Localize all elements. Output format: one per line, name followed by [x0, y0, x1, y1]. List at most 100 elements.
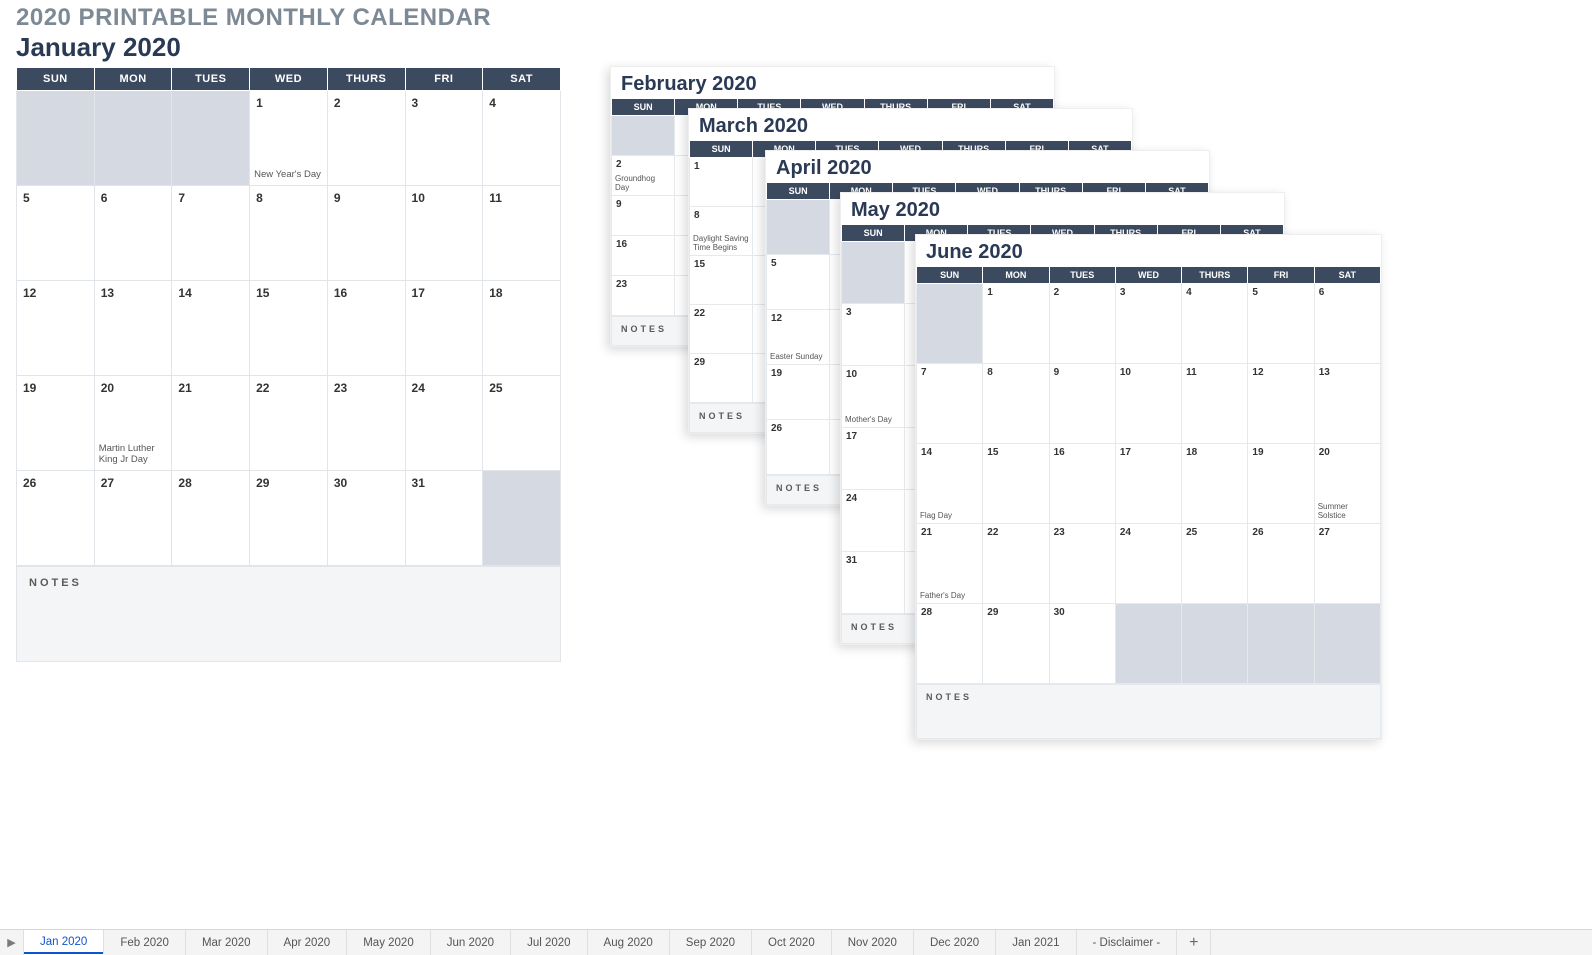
sheet-tab-oct-2020[interactable]: Oct 2020: [752, 930, 832, 955]
calendar-cell[interactable]: 22: [983, 524, 1049, 604]
calendar-cell[interactable]: [767, 200, 830, 255]
calendar-cell[interactable]: 30: [327, 471, 405, 566]
calendar-cell[interactable]: 19: [17, 376, 95, 471]
calendar-cell[interactable]: [1248, 604, 1314, 684]
calendar-cell[interactable]: 9: [1049, 364, 1115, 444]
calendar-cell[interactable]: 20Martin Luther King Jr Day: [94, 376, 172, 471]
calendar-cell[interactable]: 1: [690, 158, 753, 207]
calendar-cell[interactable]: 21: [172, 376, 250, 471]
calendar-cell[interactable]: 10Mother's Day: [842, 366, 905, 428]
calendar-cell[interactable]: [483, 471, 561, 566]
calendar-cell[interactable]: 2: [1049, 284, 1115, 364]
calendar-cell[interactable]: 24: [1115, 524, 1181, 604]
calendar-cell[interactable]: 28: [917, 604, 983, 684]
calendar-cell[interactable]: 17: [1115, 444, 1181, 524]
add-sheet-button[interactable]: +: [1177, 930, 1211, 955]
calendar-cell[interactable]: 17: [405, 281, 483, 376]
calendar-cell[interactable]: 20Summer Solstice: [1314, 444, 1380, 524]
calendar-cell[interactable]: [612, 116, 675, 156]
calendar-cell[interactable]: 8: [983, 364, 1049, 444]
calendar-cell[interactable]: 11: [483, 186, 561, 281]
sheet-tab-jan-2021[interactable]: Jan 2021: [996, 930, 1076, 955]
calendar-cell[interactable]: [1115, 604, 1181, 684]
calendar-cell[interactable]: 26: [17, 471, 95, 566]
calendar-cell[interactable]: 24: [842, 490, 905, 552]
calendar-cell[interactable]: 12Easter Sunday: [767, 310, 830, 365]
calendar-cell[interactable]: 22: [690, 305, 753, 354]
calendar-cell[interactable]: 16: [327, 281, 405, 376]
sheet-tab-apr-2020[interactable]: Apr 2020: [268, 930, 348, 955]
calendar-cell[interactable]: 8: [250, 186, 328, 281]
calendar-cell[interactable]: [1314, 604, 1380, 684]
calendar-cell[interactable]: [172, 91, 250, 186]
calendar-cell[interactable]: 8Daylight Saving Time Begins: [690, 207, 753, 256]
calendar-cell[interactable]: [1182, 604, 1248, 684]
calendar-cell[interactable]: 19: [767, 365, 830, 420]
calendar-cell[interactable]: 1New Year's Day: [250, 91, 328, 186]
calendar-cell[interactable]: 27: [1314, 524, 1380, 604]
sheet-tab-may-2020[interactable]: May 2020: [347, 930, 431, 955]
calendar-cell[interactable]: 26: [1248, 524, 1314, 604]
calendar-cell[interactable]: 3: [1115, 284, 1181, 364]
calendar-cell[interactable]: 27: [94, 471, 172, 566]
calendar-cell[interactable]: 23: [612, 276, 675, 316]
calendar-cell[interactable]: 2Groundhog Day: [612, 156, 675, 196]
calendar-cell[interactable]: 24: [405, 376, 483, 471]
calendar-cell[interactable]: 31: [842, 552, 905, 614]
calendar-cell[interactable]: 29: [983, 604, 1049, 684]
calendar-cell[interactable]: 4: [1182, 284, 1248, 364]
calendar-cell[interactable]: 14: [172, 281, 250, 376]
sheet-nav-icon[interactable]: ▶: [0, 930, 24, 955]
calendar-cell[interactable]: 13: [1314, 364, 1380, 444]
calendar-cell[interactable]: 13: [94, 281, 172, 376]
calendar-cell[interactable]: 15: [983, 444, 1049, 524]
calendar-cell[interactable]: [917, 284, 983, 364]
calendar-cell[interactable]: 6: [94, 186, 172, 281]
calendar-cell[interactable]: 3: [842, 304, 905, 366]
calendar-cell[interactable]: 7: [917, 364, 983, 444]
calendar-cell[interactable]: [17, 91, 95, 186]
calendar-cell[interactable]: 23: [327, 376, 405, 471]
calendar-cell[interactable]: 30: [1049, 604, 1115, 684]
calendar-cell[interactable]: 12: [1248, 364, 1314, 444]
calendar-cell[interactable]: 1: [983, 284, 1049, 364]
calendar-cell[interactable]: 9: [327, 186, 405, 281]
calendar-cell[interactable]: 4: [483, 91, 561, 186]
calendar-cell[interactable]: 26: [767, 420, 830, 475]
calendar-cell[interactable]: 15: [250, 281, 328, 376]
calendar-cell[interactable]: 16: [1049, 444, 1115, 524]
sheet-tab-jan-2020[interactable]: Jan 2020: [24, 930, 104, 955]
sheet-tab-jul-2020[interactable]: Jul 2020: [511, 930, 587, 955]
sheet-tab-aug-2020[interactable]: Aug 2020: [588, 930, 670, 955]
calendar-cell[interactable]: 10: [405, 186, 483, 281]
sheet-tab-feb-2020[interactable]: Feb 2020: [104, 930, 186, 955]
calendar-cell[interactable]: [842, 242, 905, 304]
calendar-cell[interactable]: 12: [17, 281, 95, 376]
calendar-cell[interactable]: 5: [767, 255, 830, 310]
calendar-cell[interactable]: 5: [1248, 284, 1314, 364]
sheet-tab-sep-2020[interactable]: Sep 2020: [670, 930, 752, 955]
sheet-tab-dec-2020[interactable]: Dec 2020: [914, 930, 996, 955]
calendar-cell[interactable]: 19: [1248, 444, 1314, 524]
calendar-cell[interactable]: 23: [1049, 524, 1115, 604]
calendar-cell[interactable]: 21Father's Day: [917, 524, 983, 604]
calendar-cell[interactable]: 22: [250, 376, 328, 471]
sheet-tab-nov-2020[interactable]: Nov 2020: [832, 930, 914, 955]
calendar-cell[interactable]: [94, 91, 172, 186]
sheet-tab-mar-2020[interactable]: Mar 2020: [186, 930, 268, 955]
calendar-cell[interactable]: 25: [483, 376, 561, 471]
calendar-cell[interactable]: 11: [1182, 364, 1248, 444]
calendar-cell[interactable]: 25: [1182, 524, 1248, 604]
calendar-cell[interactable]: 10: [1115, 364, 1181, 444]
calendar-cell[interactable]: 29: [690, 354, 753, 403]
calendar-cell[interactable]: 15: [690, 256, 753, 305]
sheet-tab-jun-2020[interactable]: Jun 2020: [431, 930, 511, 955]
calendar-cell[interactable]: 17: [842, 428, 905, 490]
calendar-cell[interactable]: 29: [250, 471, 328, 566]
calendar-cell[interactable]: 18: [1182, 444, 1248, 524]
calendar-cell[interactable]: 6: [1314, 284, 1380, 364]
calendar-cell[interactable]: 31: [405, 471, 483, 566]
calendar-cell[interactable]: 2: [327, 91, 405, 186]
calendar-cell[interactable]: 7: [172, 186, 250, 281]
calendar-cell[interactable]: 3: [405, 91, 483, 186]
